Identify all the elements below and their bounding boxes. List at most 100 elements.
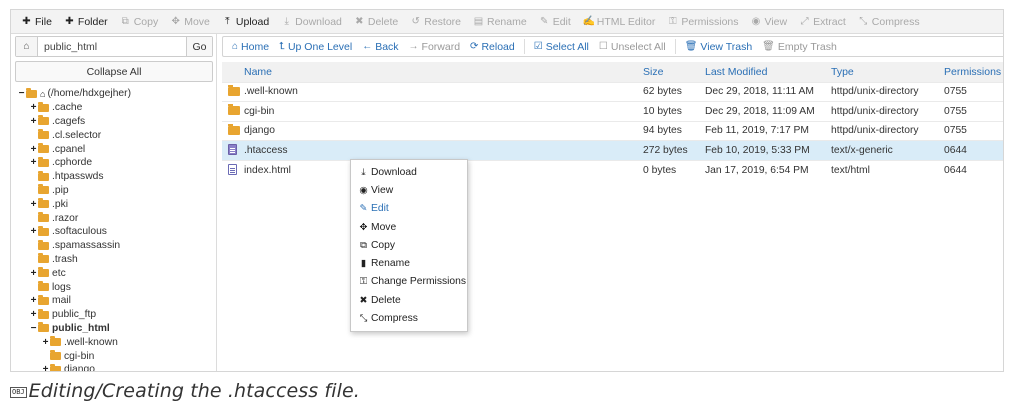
tree-item[interactable]: + etc — [11, 266, 217, 280]
go-button[interactable]: Go — [186, 37, 212, 56]
context-menu-edit[interactable]: ✎ Edit — [351, 200, 467, 218]
file-name: cgi-bin — [244, 101, 643, 121]
type-column-header[interactable]: Type — [831, 62, 944, 82]
context-menu-download[interactable]: ⤓ Download — [351, 163, 467, 181]
tree-item[interactable]: + .cagefs — [11, 115, 217, 129]
table-row[interactable]: .htaccess 272 bytes Feb 10, 2019, 5:33 PM t… — [222, 140, 1003, 160]
nav-button-label: Empty Trash — [777, 40, 837, 53]
table-row[interactable]: cgi-bin 10 bytes Dec 29, 2018, 11:09 AM htt… — [222, 101, 1003, 121]
size-column-header[interactable]: Size — [643, 62, 705, 82]
tree-item[interactable]: .spamassassin — [11, 239, 217, 253]
collapse-all-button[interactable]: Collapse All — [15, 61, 213, 82]
nav-up-one-level-button[interactable]: ⮤ Up One Level — [274, 37, 357, 56]
collapse-icon[interactable]: − — [29, 323, 38, 334]
expand-icon[interactable]: + — [29, 144, 38, 155]
toolbar-move-button[interactable]: ✥ Move — [164, 10, 216, 34]
tree-item[interactable]: logs — [11, 280, 217, 294]
expand-icon[interactable]: + — [29, 116, 38, 127]
forward-arrow-icon: → — [408, 41, 419, 52]
table-row[interactable]: .well-known 62 bytes Dec 29, 2018, 11:11 A… — [222, 81, 1003, 102]
toolbar-folder-button[interactable]: ✚ Folder — [58, 10, 114, 34]
nav-forward-button[interactable]: → Forward — [404, 37, 466, 56]
expand-icon[interactable]: + — [29, 268, 38, 279]
file-permissions: 0755 — [944, 120, 1003, 141]
toolbar-edit-button[interactable]: ✎ Edit — [533, 10, 577, 34]
file-type: text/html — [831, 159, 944, 180]
toolbar-upload-button[interactable]: ⤒ Upload — [216, 10, 275, 34]
folder-icon — [38, 143, 49, 154]
toolbar-download-button[interactable]: ⤓ Download — [275, 10, 348, 34]
tree-item[interactable]: + .well-known — [11, 335, 217, 349]
expand-icon[interactable]: + — [29, 157, 38, 168]
tree-item[interactable]: − ⌂ (/home/hdxgejher) — [11, 87, 217, 101]
collapse-icon[interactable]: − — [17, 88, 26, 99]
context-menu-rename[interactable]: ▮ Rename — [351, 254, 467, 272]
tree-item[interactable]: + .cache — [11, 101, 217, 115]
expand-icon[interactable]: + — [29, 295, 38, 306]
file-size: 272 bytes — [643, 140, 705, 160]
folder-icon — [38, 156, 49, 167]
name-column-header[interactable]: Name — [244, 62, 643, 82]
expand-icon[interactable]: + — [29, 226, 38, 237]
tree-item[interactable]: + .softaculous — [11, 225, 217, 239]
expand-icon[interactable]: + — [29, 309, 38, 320]
download-icon: ⤓ — [361, 166, 366, 178]
toolbar-file-button[interactable]: ✚ File — [15, 10, 58, 34]
last-modified-column-header[interactable]: Last Modified — [705, 62, 831, 82]
permissions-column-header[interactable]: Permissions — [944, 62, 1003, 82]
expand-icon[interactable]: + — [41, 364, 50, 371]
context-menu-change-permissions[interactable]: ⚿ Change Permissions — [351, 273, 467, 291]
file-table: Name Size Last Modified Type Permissions… — [222, 62, 1003, 180]
toolbar-compress-button[interactable]: ⤡ Compress — [852, 10, 926, 34]
tree-item[interactable]: + .pki — [11, 197, 217, 211]
table-row[interactable]: django 94 bytes Feb 11, 2019, 7:17 PM httpd… — [222, 120, 1003, 141]
tree-item[interactable]: .htpasswds — [11, 170, 217, 184]
tree-item[interactable]: .cl.selector — [11, 128, 217, 142]
tree-item[interactable]: + .cphorde — [11, 156, 217, 170]
trash-icon: 🗑 — [684, 41, 698, 52]
tree-item[interactable]: cgi-bin — [11, 349, 217, 363]
toolbar-copy-button[interactable]: ⧉ Copy — [114, 10, 165, 34]
tree-item-label: etc — [52, 267, 66, 279]
table-row[interactable]: index.html 0 bytes Jan 17, 2019, 6:54 PM te… — [222, 159, 1003, 180]
expand-icon[interactable]: + — [29, 102, 38, 113]
path-input[interactable] — [38, 37, 186, 56]
toolbar-restore-button[interactable]: ↺ Restore — [404, 10, 467, 34]
download-icon: ⤓ — [284, 16, 289, 27]
extract-icon: ⤢ — [800, 16, 809, 27]
context-menu-delete[interactable]: ✖ Delete — [351, 291, 467, 309]
context-menu-move[interactable]: ✥ Move — [351, 218, 467, 236]
tree-item[interactable]: .trash — [11, 253, 217, 267]
nav-home-button[interactable]: ⌂ Home — [227, 37, 274, 56]
context-menu-view[interactable]: ◉ View — [351, 181, 467, 199]
expand-icon[interactable]: + — [29, 199, 38, 210]
nav-reload-button[interactable]: ⟳ Reload — [465, 37, 520, 56]
toolbar-extract-button[interactable]: ⤢ Extract — [793, 10, 852, 34]
tree-item[interactable]: .razor — [11, 211, 217, 225]
nav-empty-trash-button[interactable]: 🗑 Empty Trash — [757, 37, 842, 56]
toolbar-button-label: Compress — [871, 15, 920, 28]
toolbar-html-editor-button[interactable]: ✍ HTML Editor — [577, 10, 662, 34]
file-name: django — [244, 120, 643, 141]
tree-item[interactable]: .pip — [11, 184, 217, 198]
folder-icon — [50, 363, 61, 371]
tree-item[interactable]: + public_ftp — [11, 308, 217, 322]
context-menu-compress[interactable]: ⤡ Compress — [351, 309, 467, 327]
tree-item[interactable]: + .cpanel — [11, 142, 217, 156]
nav-button-label: Select All — [545, 40, 589, 53]
nav-unselect-all-button[interactable]: ☐ Unselect All — [594, 37, 671, 56]
nav-view-trash-button[interactable]: 🗑 View Trash — [680, 37, 757, 56]
file-list-panel: ⌂ Home ⮤ Up One Level ← Back → Forward ⟳ Reload ☑ S… — [218, 34, 1003, 371]
toolbar-rename-button[interactable]: ▤ Rename — [467, 10, 533, 34]
nav-back-button[interactable]: ← Back — [357, 37, 403, 56]
home-icon[interactable]: ⌂ — [16, 37, 38, 56]
toolbar-delete-button[interactable]: ✖ Delete — [348, 10, 404, 34]
expand-icon[interactable]: + — [41, 337, 50, 348]
toolbar-view-button[interactable]: ◉ View — [745, 10, 794, 34]
tree-item[interactable]: − public_html — [11, 322, 217, 336]
toolbar-permissions-button[interactable]: ⚿ Permissions — [661, 10, 744, 34]
context-menu-copy[interactable]: ⧉ Copy — [351, 236, 467, 254]
tree-item[interactable]: + django — [11, 363, 217, 371]
tree-item[interactable]: + mail — [11, 294, 217, 308]
nav-select-all-button[interactable]: ☑ Select All — [529, 37, 594, 56]
